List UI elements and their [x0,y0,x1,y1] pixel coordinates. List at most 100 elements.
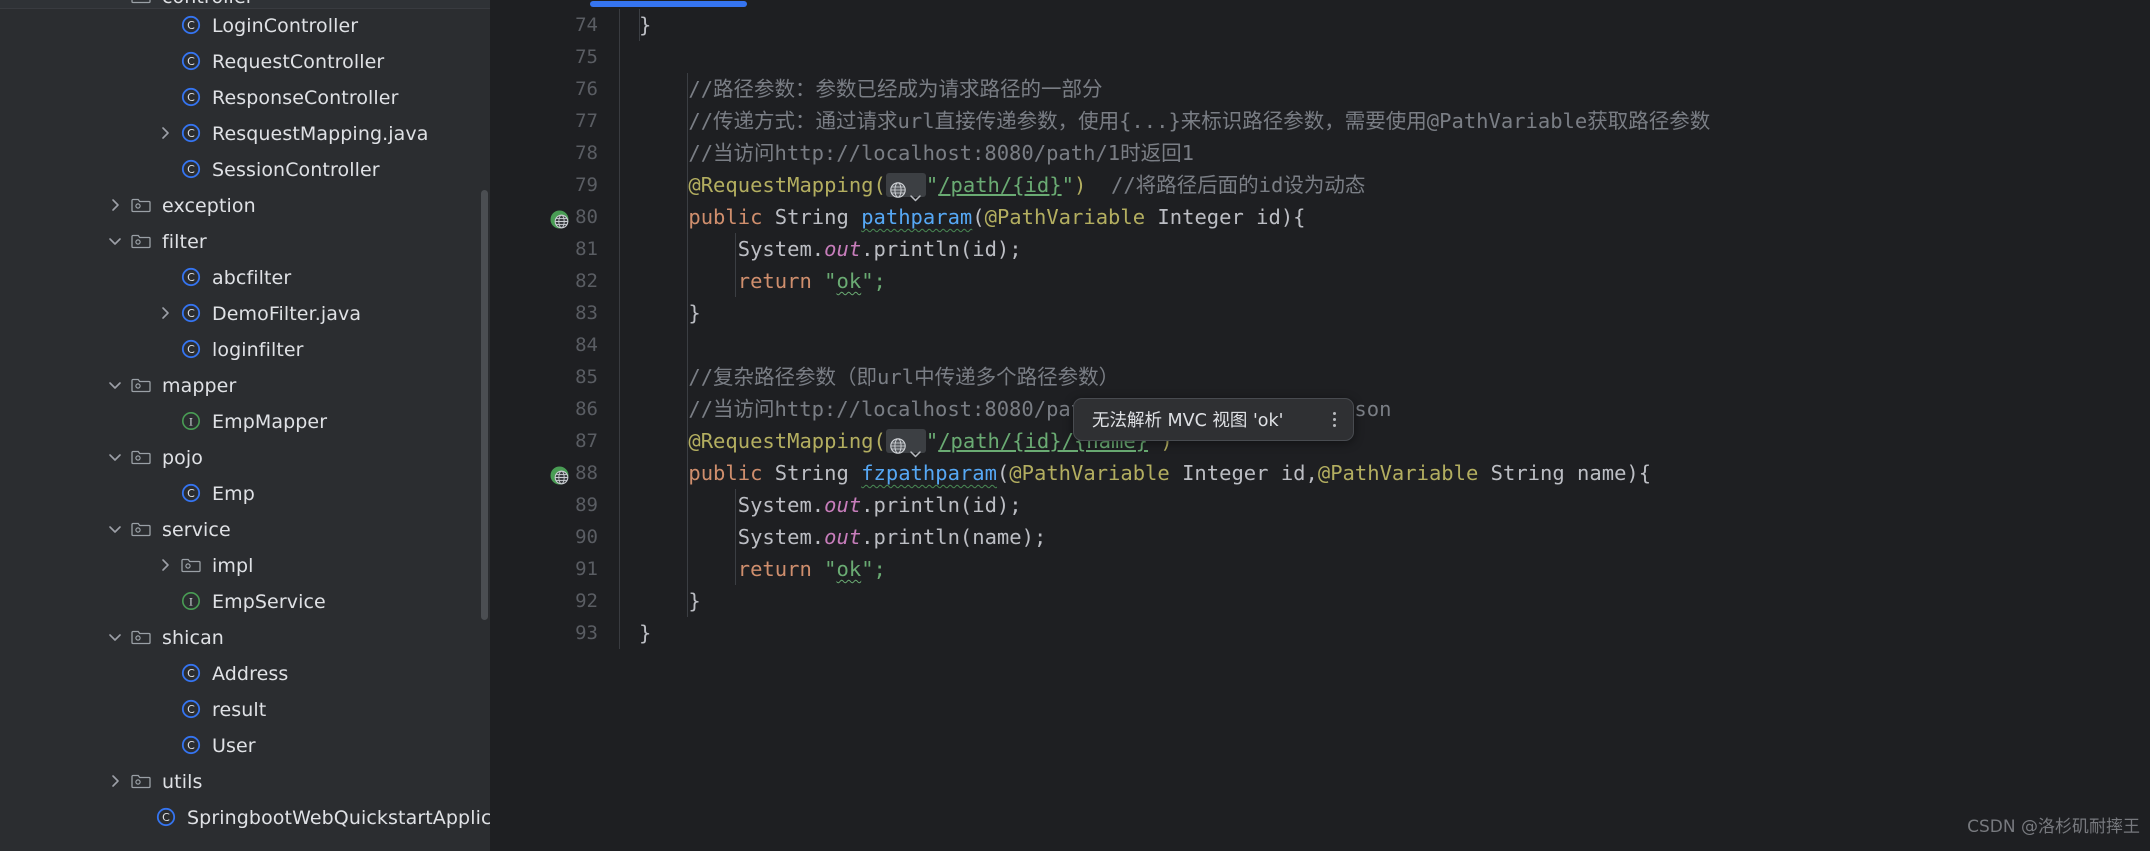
chevron-right-icon[interactable] [156,556,176,576]
code-text: } [639,297,700,329]
chevron-placeholder [156,736,176,756]
code-line[interactable]: 76 //路径参数：参数已经成为请求路径的一部分 [491,73,2150,105]
code-line[interactable]: 84 [491,329,2150,361]
line-number[interactable]: 87 [491,425,609,457]
code-line[interactable]: 79 @RequestMapping("/path/{id}") //将路径后面… [491,169,2150,201]
line-number[interactable]: 84 [491,329,609,361]
chevron-down-icon[interactable] [106,628,126,648]
code-text: System.out.println(id); [639,489,1022,521]
code-line[interactable]: 82 return "ok"; [491,265,2150,297]
line-number[interactable]: 76 [491,73,609,105]
chevron-down-icon[interactable] [106,520,126,540]
tree-item-label: Address [212,663,289,685]
code-token: } [639,589,701,613]
tree-item-label: EmpService [212,591,326,613]
tree-item-label: result [212,699,267,721]
line-number[interactable]: 74 [491,9,609,41]
line-number[interactable]: 89 [491,489,609,521]
code-token: System. [639,237,825,261]
code-token: ) [1073,173,1087,197]
code-line[interactable]: 81 System.out.println(id); [491,233,2150,265]
line-number[interactable]: 79 [491,169,609,201]
code-line[interactable]: 83 } [491,297,2150,329]
line-number[interactable]: 93 [491,617,609,649]
inspection-tooltip[interactable]: 无法解析 MVC 视图 'ok' [1073,398,1354,441]
line-number[interactable]: 90 [491,521,609,553]
gutter-separator [619,297,620,329]
more-vertical-icon[interactable] [1323,405,1345,435]
chevron-placeholder [156,592,176,612]
code-line[interactable]: 74} [491,9,2150,41]
indent-guide [687,585,688,617]
indent-guide [687,265,688,297]
chevron-down-icon[interactable] [106,448,126,468]
line-number[interactable]: 77 [491,105,609,137]
line-number[interactable]: 78 [491,137,609,169]
indent-guide [687,489,688,521]
chevron-down-icon[interactable] [106,0,126,7]
code-token: //当访问http://localhost:8080/path/1时返回1 [639,141,1194,165]
code-token: fzpathparam [861,461,997,485]
line-number[interactable]: 82 [491,265,609,297]
line-number[interactable]: 85 [491,361,609,393]
indent-guide [687,457,688,489]
code-token: String [762,205,862,229]
code-line[interactable]: 92 } [491,585,2150,617]
project-tree-scrollbar[interactable] [481,190,488,620]
code-token: Integer id, [1169,461,1318,485]
chevron-right-icon[interactable] [106,196,126,216]
svg-text:C: C [187,163,195,176]
gutter-separator [619,265,620,297]
code-line[interactable]: 77 //传递方式：通过请求url直接传递参数，使用{...}来标识路径参数，需… [491,105,2150,137]
gutter-separator [619,201,620,233]
code-token: Integer id){ [1145,205,1306,229]
code-text: System.out.println(id); [639,233,1022,265]
indent-guide [687,233,688,265]
code-token: System. [639,525,825,549]
line-number[interactable]: 81 [491,233,609,265]
class-icon: C [180,50,204,74]
web-endpoint-icon[interactable] [549,207,570,229]
tree-item-label: DemoFilter.java [212,303,362,325]
chevron-down-icon[interactable] [106,232,126,252]
code-token: return [737,557,812,581]
web-endpoint-icon[interactable] [549,463,570,485]
line-number[interactable]: 86 [491,393,609,425]
chevron-down-icon[interactable] [106,376,126,396]
svg-text:C: C [187,271,195,284]
code-token: ( [972,205,985,229]
web-reference-chip[interactable] [885,428,926,457]
loading-progress-bar [590,1,747,7]
code-token: } [639,621,652,645]
line-number[interactable]: 92 [491,585,609,617]
chevron-right-icon[interactable] [156,304,176,324]
tree-item-label: utils [162,771,203,793]
code-token: System. [639,493,825,517]
folder-icon [130,374,154,398]
code-line[interactable]: 78 //当访问http://localhost:8080/path/1时返回1 [491,137,2150,169]
code-line[interactable]: 90 System.out.println(name); [491,521,2150,553]
chevron-placeholder [156,16,176,36]
code-line[interactable]: 93} [491,617,2150,649]
code-token: } [639,13,652,37]
line-number[interactable]: 75 [491,41,609,73]
code-line[interactable]: 85 //复杂路径参数（即url中传递多个路径参数） [491,361,2150,393]
code-line[interactable]: 91 return "ok"; [491,553,2150,585]
code-token: @RequestMapping( [639,429,886,453]
gutter-separator [619,617,620,649]
code-line[interactable]: 75 [491,41,2150,73]
code-line[interactable]: 89 System.out.println(id); [491,489,2150,521]
indent-guide [687,329,688,361]
code-line[interactable]: 88 public String fzpathparam(@PathVariab… [491,457,2150,489]
chevron-placeholder [131,808,151,828]
class-icon: C [180,266,204,290]
line-number[interactable]: 91 [491,553,609,585]
chevron-placeholder [156,268,176,288]
chevron-right-icon[interactable] [106,772,126,792]
line-number[interactable]: 83 [491,297,609,329]
code-token: " [824,557,837,581]
chevron-right-icon[interactable] [156,124,176,144]
web-reference-chip[interactable] [885,172,926,201]
code-line[interactable]: 80 public String pathparam(@PathVariable… [491,201,2150,233]
